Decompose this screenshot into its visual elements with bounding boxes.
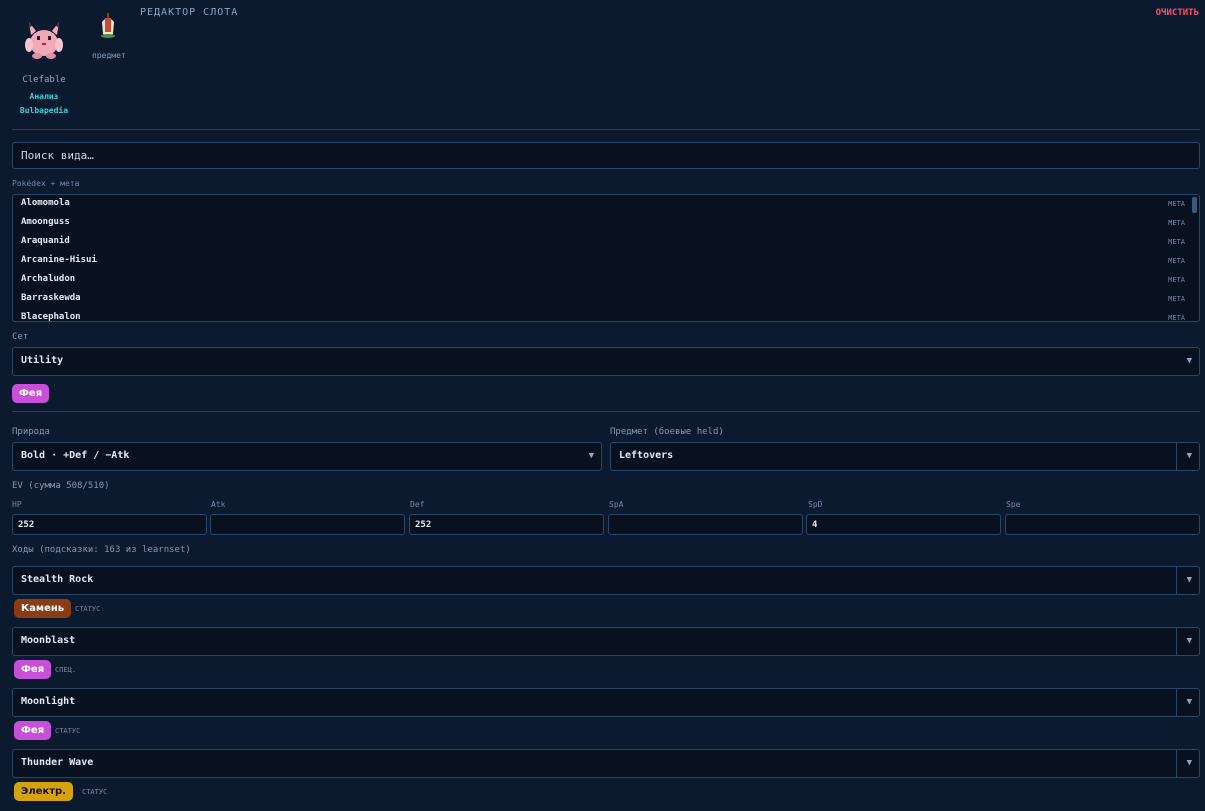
bulbapedia-link[interactable]: Bulbapedia <box>12 106 76 115</box>
ev-stat-label: Def <box>410 500 425 509</box>
species-name: Clefable <box>22 75 66 85</box>
set-value: Utility <box>21 355 64 366</box>
ev-stat-label: SpA <box>609 500 624 509</box>
list-item-name: Alomomola <box>21 198 70 208</box>
move-value: Moonblast <box>21 635 76 646</box>
move-select-3[interactable]: Moonlight ▼ <box>12 688 1200 717</box>
ev-spd-input[interactable] <box>806 514 1001 535</box>
list-item[interactable]: Blacephalon META <box>13 309 1185 322</box>
species-list[interactable]: Alomomola META Amoonguss META Araquanid … <box>12 194 1200 322</box>
move-value: Moonlight <box>21 696 76 707</box>
meta-tag: META <box>1168 238 1185 246</box>
move-category: СТАТУС <box>82 788 108 796</box>
set-label: Сет <box>12 332 29 342</box>
select-divider <box>1176 443 1177 470</box>
list-item[interactable]: Alomomola META <box>13 195 1185 214</box>
ev-atk-input[interactable] <box>210 514 405 535</box>
ev-label: EV (сумма 508/510) <box>12 481 110 491</box>
meta-tag: META <box>1168 200 1185 208</box>
chevron-down-icon: ▼ <box>1186 697 1192 707</box>
ev-stat-label: Spe <box>1006 500 1021 509</box>
meta-tag: META <box>1168 257 1185 265</box>
moves-label: Ходы (подсказки: 163 из learnset) <box>12 545 191 555</box>
list-item-name: Arcanine-Hisui <box>21 255 97 265</box>
move-category: СТАТУС <box>55 727 81 735</box>
nature-label: Природа <box>12 427 50 437</box>
list-item[interactable]: Amoonguss META <box>13 214 1185 233</box>
ev-spa-input[interactable] <box>608 514 803 535</box>
list-item[interactable]: Araquanid META <box>13 233 1185 252</box>
clear-button[interactable]: ОЧИСТИТЬ <box>1156 8 1199 18</box>
list-item[interactable]: Arcanine-Hisui META <box>13 252 1185 271</box>
list-item-name: Barraskewda <box>21 293 81 303</box>
chevron-down-icon: ▼ <box>1186 356 1192 366</box>
meta-tag: META <box>1168 219 1185 227</box>
meta-tag: META <box>1168 314 1185 322</box>
list-item-name: Amoonguss <box>21 217 70 227</box>
nature-value: Bold · +Def / −Atk <box>21 450 130 461</box>
select-divider <box>1176 750 1177 777</box>
chevron-down-icon: ▼ <box>1186 636 1192 646</box>
ev-stat-label: SpD <box>808 500 823 509</box>
type-badge: Фея <box>12 384 50 403</box>
move-type-badge: Камень <box>14 599 72 618</box>
nature-select[interactable]: Bold · +Def / −Atk ▼ <box>12 442 602 471</box>
list-item[interactable]: Archaludon META <box>13 271 1185 290</box>
item-label: предмет <box>92 51 126 60</box>
pokemon-sprite <box>20 14 68 62</box>
meta-tag: META <box>1168 276 1185 284</box>
list-label: Pokédex + мета <box>12 179 80 188</box>
move-type-badge: Фея <box>14 660 52 679</box>
list-scrollbar[interactable] <box>1192 197 1197 213</box>
select-divider <box>1176 689 1177 716</box>
move-category: СПЕЦ. <box>55 666 77 674</box>
chevron-down-icon: ▼ <box>1186 575 1192 585</box>
divider <box>12 411 1200 412</box>
move-select-1[interactable]: Stealth Rock ▼ <box>12 566 1200 595</box>
list-item-name: Araquanid <box>21 236 70 246</box>
move-value: Stealth Rock <box>21 574 94 585</box>
move-select-4[interactable]: Thunder Wave ▼ <box>12 749 1200 778</box>
leftovers-icon <box>96 12 120 42</box>
move-type-badge: Электр. <box>14 782 73 801</box>
chevron-down-icon: ▼ <box>1186 758 1192 768</box>
ev-spe-input[interactable] <box>1005 514 1200 535</box>
list-item-name: Archaludon <box>21 274 76 284</box>
divider <box>12 129 1200 130</box>
page-title: РЕДАКТОР СЛОТА <box>140 7 239 18</box>
select-divider <box>1176 628 1177 655</box>
species-search-input[interactable] <box>12 142 1200 169</box>
item-value: Leftovers <box>619 450 674 461</box>
move-type-badge: Фея <box>14 721 52 740</box>
item-select[interactable]: Leftovers ▼ <box>610 442 1200 471</box>
select-divider <box>1176 567 1177 594</box>
item-select-label: Предмет (боевые held) <box>610 427 724 437</box>
list-item-name: Blacephalon <box>21 312 81 322</box>
meta-tag: META <box>1168 295 1185 303</box>
analysis-link[interactable]: Анализ <box>12 92 76 101</box>
set-select[interactable]: Utility ▼ <box>12 347 1200 376</box>
ev-stat-label: HP <box>12 500 22 509</box>
ev-hp-input[interactable] <box>12 514 207 535</box>
ev-def-input[interactable] <box>409 514 604 535</box>
chevron-down-icon: ▼ <box>1186 451 1192 461</box>
list-item[interactable]: Barraskewda META <box>13 290 1185 309</box>
move-value: Thunder Wave <box>21 757 94 768</box>
chevron-down-icon: ▼ <box>588 451 594 461</box>
ev-stat-label: Atk <box>211 500 226 509</box>
move-category: СТАТУС <box>75 605 101 613</box>
move-select-2[interactable]: Moonblast ▼ <box>12 627 1200 656</box>
